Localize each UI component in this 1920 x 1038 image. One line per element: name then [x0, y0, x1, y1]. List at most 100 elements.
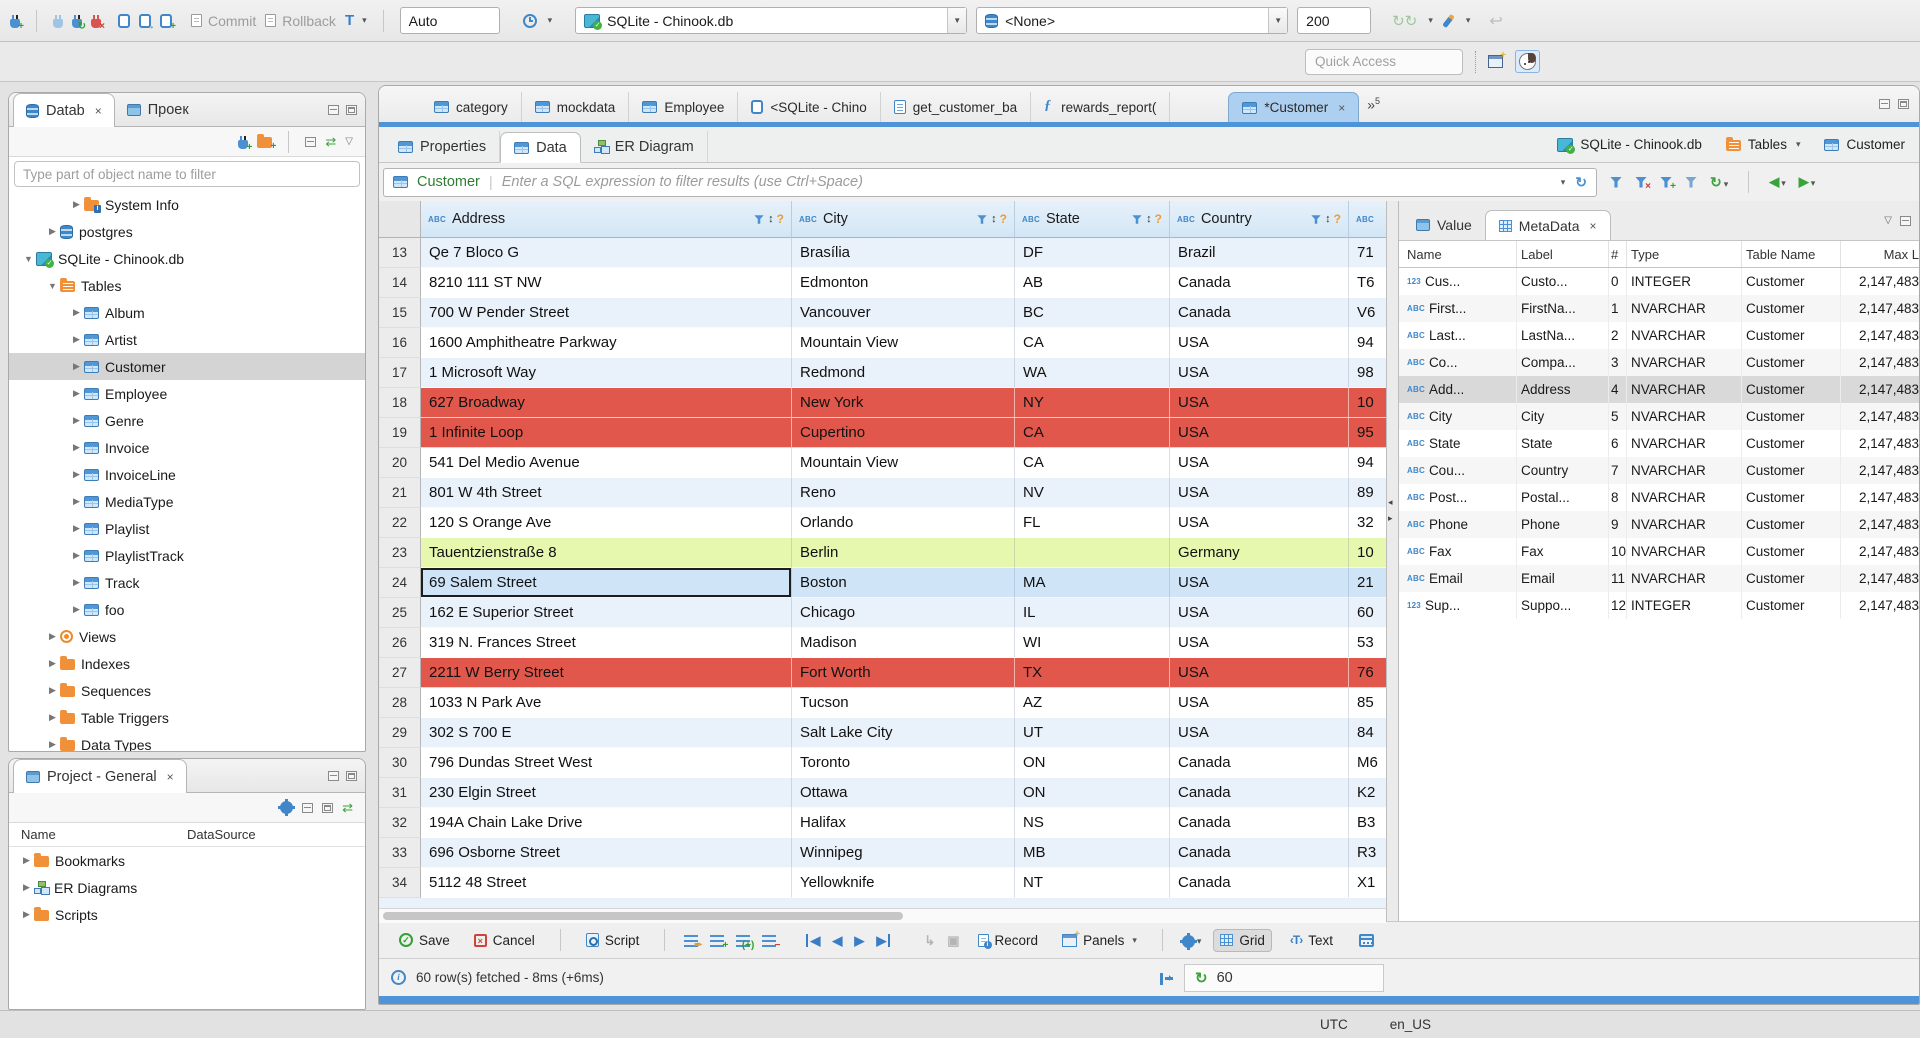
tree-item[interactable]: ▶ Sequences [9, 677, 365, 704]
collapse-all-icon[interactable] [302, 802, 314, 813]
postalcode-cell[interactable]: V6 [1349, 298, 1386, 328]
tree-item[interactable]: ▶ Genre [9, 407, 365, 434]
city-cell[interactable]: Tucson [792, 688, 1015, 718]
address-cell[interactable]: 1033 N Park Ave [421, 688, 792, 718]
postalcode-cell[interactable]: 98 [1349, 358, 1386, 388]
tree-expand-arrow[interactable]: ▶ [19, 855, 34, 866]
row-number-cell[interactable]: 26 [379, 628, 421, 658]
tree-item[interactable]: ▶ foo [9, 596, 365, 623]
horizontal-scrollbar[interactable] [379, 908, 1386, 923]
maxlength-cell[interactable]: 2,147,483 [1841, 565, 1919, 592]
label-cell[interactable]: City [1517, 403, 1609, 430]
name-cell[interactable]: ABC Co... [1399, 349, 1517, 376]
breadcrumb-connection[interactable]: SQLite - Chinook.db [1580, 137, 1702, 152]
label-cell[interactable]: State [1517, 430, 1609, 457]
maxlength-cell[interactable]: 2,147,483 [1841, 403, 1919, 430]
pen-caret[interactable]: ▾ [1466, 15, 1471, 26]
address-cell[interactable]: 194A Chain Lake Drive [421, 808, 792, 838]
type-cell[interactable]: NVARCHAR [1627, 376, 1742, 403]
column-header-number[interactable]: # [1609, 241, 1627, 267]
ordinal-cell[interactable]: 4 [1609, 376, 1627, 403]
tree-item[interactable]: ▶ Track [9, 569, 365, 596]
row-number-cell[interactable]: 17 [379, 358, 421, 388]
maxlength-cell[interactable]: 2,147,483 [1841, 322, 1919, 349]
tree-expand-arrow[interactable]: ▶ [45, 685, 60, 696]
row-number-cell[interactable]: 30 [379, 748, 421, 778]
editor-tab[interactable]: <SQLite - Chino [738, 92, 881, 122]
tab-overflow-chevron[interactable]: »5 [1367, 96, 1380, 113]
collapse-right-icon[interactable]: ▸ [1388, 513, 1393, 524]
country-cell[interactable]: Brazil [1170, 238, 1349, 268]
collapse-all-icon[interactable] [305, 136, 317, 147]
state-cell[interactable]: WI [1015, 628, 1170, 658]
duplicate-row-icon[interactable]: (+) [736, 933, 754, 951]
country-cell[interactable]: USA [1170, 508, 1349, 538]
tree-expand-arrow[interactable]: ▶ [69, 604, 84, 615]
ordinal-cell[interactable]: 2 [1609, 322, 1627, 349]
row-number-cell[interactable]: 21 [379, 478, 421, 508]
city-cell[interactable]: Redmond [792, 358, 1015, 388]
country-cell[interactable]: USA [1170, 688, 1349, 718]
tree-item[interactable]: ▶ Table Triggers [9, 704, 365, 731]
country-cell[interactable]: Canada [1170, 748, 1349, 778]
tree-item[interactable]: ▶ Employee [9, 380, 365, 407]
metadata-row[interactable]: ABC Fax Fax 10 NVARCHAR Customer 2,147,48… [1399, 538, 1919, 565]
breadcrumb-container[interactable]: Tables [1748, 137, 1787, 152]
tab-value[interactable]: Value [1403, 210, 1485, 240]
row-number-cell[interactable]: 20 [379, 448, 421, 478]
column-header-name[interactable]: Name [9, 827, 187, 842]
first-row-icon[interactable]: ◀ [806, 933, 820, 947]
row-number-cell[interactable]: 15 [379, 298, 421, 328]
ordinal-cell[interactable]: 0 [1609, 268, 1627, 295]
column-header-country[interactable]: ABC Country ↕? [1170, 201, 1349, 238]
city-cell[interactable]: Halifax [792, 808, 1015, 838]
postalcode-cell[interactable]: B3 [1349, 808, 1386, 838]
row-number-cell[interactable]: 33 [379, 838, 421, 868]
breadcrumb-caret[interactable]: ▾ [1796, 139, 1801, 150]
previous-row-icon[interactable]: ◀ [832, 934, 842, 947]
ordinal-cell[interactable]: 10 [1609, 538, 1627, 565]
tablename-cell[interactable]: Customer [1742, 592, 1841, 619]
tree-item[interactable]: ▶ Invoice [9, 434, 365, 461]
row-number-cell[interactable]: 29 [379, 718, 421, 748]
record-button[interactable]: Record [972, 930, 1045, 951]
tree-expand-arrow[interactable]: ▶ [69, 442, 84, 453]
state-cell[interactable]: IL [1015, 598, 1170, 628]
calc-panel-icon[interactable] [1359, 933, 1375, 947]
close-icon[interactable]: × [95, 104, 102, 118]
label-cell[interactable]: Suppo... [1517, 592, 1609, 619]
tablename-cell[interactable]: Customer [1742, 457, 1841, 484]
editor-tab[interactable]: get_customer_ba [881, 92, 1032, 122]
country-cell[interactable]: Germany [1170, 538, 1349, 568]
address-cell[interactable]: 696 Osborne Street [421, 838, 792, 868]
tree-expand-arrow[interactable]: ▶ [45, 631, 60, 642]
city-cell[interactable]: Vancouver [792, 298, 1015, 328]
close-icon[interactable]: × [1589, 219, 1596, 233]
maxlength-cell[interactable]: 2,147,483 [1841, 592, 1919, 619]
row-number-cell[interactable]: 22 [379, 508, 421, 538]
postalcode-cell[interactable]: R3 [1349, 838, 1386, 868]
state-cell[interactable]: AZ [1015, 688, 1170, 718]
minimize-icon[interactable] [328, 770, 339, 781]
country-cell[interactable]: USA [1170, 568, 1349, 598]
country-cell[interactable]: USA [1170, 718, 1349, 748]
type-cell[interactable]: NVARCHAR [1627, 538, 1742, 565]
tablename-cell[interactable]: Customer [1742, 322, 1841, 349]
maxlength-cell[interactable]: 2,147,483 [1841, 349, 1919, 376]
schema-dropdown-button[interactable]: ▼ [1268, 8, 1288, 33]
tree-expand-arrow[interactable]: ▶ [69, 361, 84, 372]
metadata-row[interactable]: ABC Cou... Country 7 NVARCHAR Customer 2,… [1399, 457, 1919, 484]
row-number-cell[interactable]: 19 [379, 418, 421, 448]
sort-icon[interactable]: ↕ [768, 213, 774, 225]
cancel-button[interactable]: × Cancel [468, 930, 541, 951]
row-number-cell[interactable]: 28 [379, 688, 421, 718]
city-cell[interactable]: Toronto [792, 748, 1015, 778]
tree-expand-arrow[interactable]: ▶ [69, 307, 84, 318]
city-cell[interactable]: Ottawa [792, 778, 1015, 808]
ordinal-cell[interactable]: 12 [1609, 592, 1627, 619]
name-cell[interactable]: ABC State [1399, 430, 1517, 457]
state-cell[interactable]: NS [1015, 808, 1170, 838]
column-header-label[interactable]: Label [1517, 241, 1609, 267]
ordinal-cell[interactable]: 1 [1609, 295, 1627, 322]
filter-icon[interactable] [977, 214, 987, 224]
